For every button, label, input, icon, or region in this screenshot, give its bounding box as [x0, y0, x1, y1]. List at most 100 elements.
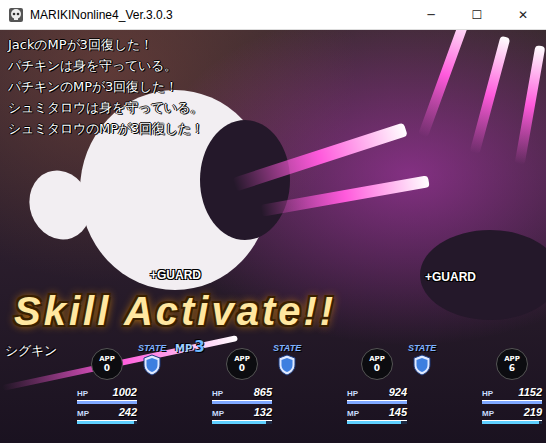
member-status[interactable]: APP0 STATE HP 924 MP 145	[345, 326, 480, 443]
app-value: 0	[374, 363, 380, 374]
member-status[interactable]: APP0STATEMP3HP1002MP242	[75, 326, 210, 443]
hp-fill	[77, 401, 137, 404]
mp-value: 242	[119, 406, 137, 418]
app-label: APP	[234, 355, 250, 363]
mp-popup-value: 3	[194, 338, 204, 356]
app-label: APP	[99, 355, 115, 363]
window-title: MARIKINonline4_Ver.3.0.3	[30, 8, 408, 22]
hp-stat: HP 865	[210, 386, 272, 404]
member-top: APP0 STATE	[210, 326, 345, 384]
hp-bar	[482, 400, 542, 404]
skull-icon	[8, 7, 24, 23]
hp-label: HP	[347, 389, 358, 398]
hp-fill	[347, 401, 407, 404]
app-value: 6	[509, 363, 515, 374]
mp-popup-label: MP	[175, 343, 192, 354]
title-bar: MARIKINonline4_Ver.3.0.3─☐✕	[0, 0, 546, 30]
hp-stat: HP 1002	[75, 386, 137, 404]
log-line: シュミタロウのMPが3回復した！	[8, 120, 204, 137]
mp-row: MP 219	[482, 406, 542, 420]
log-line: JackのMPが3回復した！	[8, 36, 204, 53]
hp-row: HP 1152	[482, 386, 542, 400]
app-badge: APP0	[226, 348, 258, 380]
game-screen[interactable]: JackのMPが3回復した！ パチキンは身を守っている。パチキンのMPが3回復した…	[0, 30, 546, 443]
state-label: STATE	[408, 343, 436, 354]
hp-fill	[212, 401, 272, 404]
hp-label: HP	[77, 389, 88, 398]
app-badge: APP0	[361, 348, 393, 380]
battle-log: JackのMPが3回復した！ パチキンは身を守っている。パチキンのMPが3回復した…	[8, 36, 204, 137]
minimize-button[interactable]: ─	[408, 0, 454, 30]
mp-fill	[347, 421, 401, 424]
mp-stat: MP 242	[75, 406, 137, 424]
state-badge: STATE	[273, 343, 301, 376]
member-top: APP0 STATE	[345, 326, 480, 384]
hp-bar	[212, 400, 272, 404]
mp-value: 219	[524, 406, 542, 418]
mp-label: MP	[212, 409, 224, 418]
hp-stat: HP 924	[345, 386, 407, 404]
hp-fill	[482, 401, 542, 404]
app-badge: APP6	[496, 348, 528, 380]
mp-stat: MP132	[210, 406, 272, 424]
app-value: 0	[239, 363, 245, 374]
member-top: APP6	[480, 326, 546, 384]
mp-fill	[482, 421, 539, 424]
shield-icon	[277, 354, 297, 376]
art-shape	[232, 123, 408, 192]
guard-popup: +GUARD	[425, 270, 476, 284]
mp-label: MP	[482, 409, 494, 418]
art-shape	[470, 36, 511, 154]
app-label: APP	[369, 355, 385, 363]
state-badge: STATE	[408, 343, 436, 376]
member-status[interactable]: APP6HP1152MP219	[480, 326, 546, 443]
mp-label: MP	[77, 409, 89, 418]
state-label: STATE	[273, 343, 301, 354]
app-badge: APP0	[91, 348, 123, 380]
hp-stat: HP 1152	[480, 386, 542, 404]
hp-label: HP	[482, 389, 493, 398]
hp-value: 924	[389, 386, 407, 398]
party-name: シグキン	[5, 342, 57, 360]
log-line: パチキンのMPが3回復した！	[8, 78, 204, 95]
hp-bar	[77, 400, 137, 404]
mp-row: MP132	[212, 406, 272, 420]
app-value: 0	[104, 363, 110, 374]
mp-fill	[77, 421, 134, 424]
maximize-button[interactable]: ☐	[454, 0, 500, 30]
mp-bar	[77, 420, 137, 424]
party-status: APP0STATEMP3HP1002MP242APP0STATEHP865MP1…	[75, 326, 546, 443]
app-label: APP	[504, 355, 520, 363]
hp-value: 865	[254, 386, 272, 398]
shield-icon	[412, 354, 432, 376]
mp-row: MP 145	[347, 406, 407, 420]
art-shape	[515, 45, 546, 165]
mp-bar	[347, 420, 407, 424]
log-line: シュミタロウは身を守っている。	[8, 99, 204, 116]
mp-fill	[212, 421, 266, 424]
log-line: パチキンは身を守っている。	[8, 57, 204, 74]
art-shape	[80, 90, 270, 290]
member-status[interactable]: APP0 STATE HP 865 MP132	[210, 326, 345, 443]
art-shape	[260, 175, 430, 216]
hp-row: HP 865	[212, 386, 272, 400]
close-button[interactable]: ✕	[500, 0, 546, 30]
mp-stat: MP 219	[480, 406, 542, 424]
mp-popup: MP3	[175, 338, 205, 356]
mp-value: 145	[389, 406, 407, 418]
mp-bar	[212, 420, 272, 424]
art-shape	[418, 30, 472, 138]
hp-value: 1152	[518, 386, 542, 398]
state-badge: STATE	[138, 343, 166, 376]
art-shape	[200, 120, 290, 240]
mp-stat: MP 145	[345, 406, 407, 424]
hp-label: HP	[212, 389, 223, 398]
guard-popup: +GUARD	[150, 268, 201, 282]
state-label: STATE	[138, 343, 166, 354]
hp-row: HP 924	[347, 386, 407, 400]
art-shape	[20, 162, 100, 248]
hp-value: 1002	[113, 386, 137, 398]
shield-icon	[142, 354, 162, 376]
mp-label: MP	[347, 409, 359, 418]
member-top: APP0 STATE	[75, 326, 210, 384]
